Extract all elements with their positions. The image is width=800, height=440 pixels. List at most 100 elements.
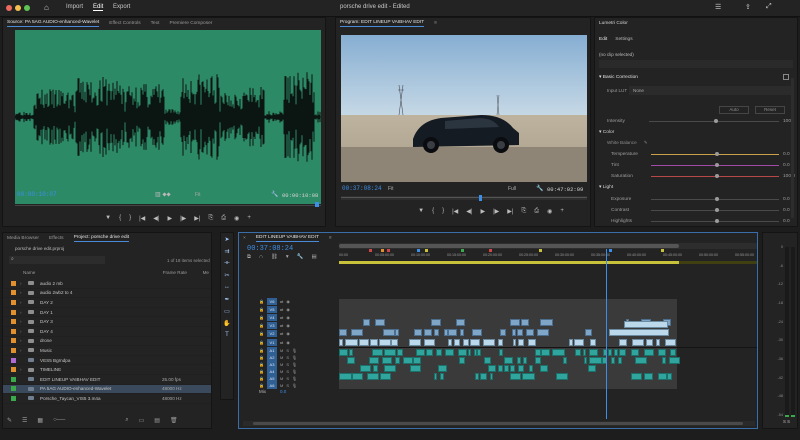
track-target[interactable]: V3 (266, 322, 277, 330)
column-name[interactable]: Name (23, 270, 163, 278)
play-button[interactable]: ▶ (167, 215, 172, 222)
track-target[interactable]: V6 (266, 297, 277, 305)
lock-icon[interactable]: 🔒 (259, 323, 264, 328)
step-back-button[interactable]: ◀| (153, 215, 159, 222)
label-color-chip[interactable] (11, 328, 16, 334)
tab-project[interactable]: Project: porsche drive edit (73, 235, 130, 242)
lock-icon[interactable]: 🔒 (259, 383, 264, 388)
mic-icon[interactable]: 🎙 (292, 362, 297, 367)
light-slider-value[interactable]: 0.0 (783, 197, 790, 202)
program-add-marker-button[interactable]: ▼ (418, 208, 424, 215)
timeline-clip[interactable] (646, 339, 653, 346)
timeline-clip[interactable] (669, 357, 680, 364)
mute-icon[interactable]: M (280, 362, 283, 367)
close-window-button[interactable] (6, 5, 12, 11)
timeline-clip[interactable] (394, 357, 401, 364)
project-item[interactable]: › Music (3, 346, 211, 356)
disclosure-triangle-icon[interactable]: › (20, 348, 28, 353)
timeline-clip[interactable] (658, 349, 666, 356)
timeline-clip[interactable] (368, 357, 379, 364)
auto-button[interactable]: Auto (719, 106, 749, 114)
timeline-clip[interactable] (372, 365, 379, 372)
label-color-chip[interactable] (11, 395, 16, 401)
zoom-slider-icon[interactable]: ○── (53, 417, 65, 427)
light-slider[interactable] (651, 219, 779, 223)
fullscreen-icon[interactable]: ⤢ (766, 3, 772, 11)
label-color-chip[interactable] (11, 376, 16, 382)
timeline-marker[interactable] (539, 249, 542, 252)
tab-premiere-composer[interactable]: Premiere Composer (169, 21, 212, 26)
timeline-clip[interactable] (541, 349, 551, 356)
linked-selection-icon[interactable]: ⛓ (271, 254, 278, 261)
timeline-clip[interactable] (437, 365, 447, 372)
timeline-clip[interactable] (473, 349, 477, 356)
timeline-clip[interactable] (630, 349, 639, 356)
step-forward-button[interactable]: |▶ (180, 215, 186, 222)
mute-icon[interactable]: M (280, 369, 283, 374)
timeline-clip[interactable] (479, 373, 487, 380)
timeline-clip[interactable] (582, 349, 587, 356)
timeline-clip[interactable] (394, 329, 399, 336)
selection-tool-icon[interactable]: ➤ (223, 236, 232, 245)
label-color-chip[interactable] (11, 280, 16, 286)
sync-lock-icon[interactable]: ⇄ (280, 340, 283, 345)
timeline-clip[interactable] (352, 373, 364, 380)
mute-icon[interactable]: M (280, 355, 283, 360)
lock-icon[interactable]: 🔒 (259, 355, 264, 360)
disclosure-triangle-icon[interactable]: › (20, 329, 28, 334)
program-mark-in-button[interactable]: { (432, 208, 434, 215)
source-playhead[interactable] (315, 202, 319, 207)
sequence-clips-area[interactable] (339, 299, 680, 389)
solo-icon[interactable]: S (286, 376, 289, 381)
program-quality-select[interactable]: Full (508, 186, 516, 192)
timeline-clip[interactable] (631, 373, 642, 380)
menu-edit[interactable]: Edit (93, 4, 104, 11)
program-mark-out-button[interactable]: } (442, 208, 444, 215)
mark-out-button[interactable]: } (129, 215, 131, 222)
timeline-clip[interactable] (665, 339, 676, 346)
timeline-clip[interactable] (510, 365, 516, 372)
source-scrubber[interactable] (15, 205, 321, 206)
timeline-clip[interactable] (347, 357, 356, 364)
lock-icon[interactable]: 🔒 (259, 348, 264, 353)
timeline-marker[interactable] (461, 249, 464, 252)
timeline-clip[interactable] (583, 357, 587, 364)
list-view-icon[interactable]: ☰ (22, 417, 27, 427)
timeline-clip[interactable] (643, 373, 653, 380)
timeline-clip[interactable] (371, 349, 384, 356)
timeline-clip[interactable] (440, 373, 445, 380)
sequence-menu-icon[interactable]: ≡ (329, 236, 332, 241)
sync-lock-icon[interactable]: ⇄ (280, 307, 283, 312)
timeline-clip[interactable] (433, 373, 437, 380)
program-add-button[interactable]: + (560, 208, 564, 215)
add-marker-icon[interactable]: ▾ (286, 254, 289, 261)
timeline-wrench-icon[interactable]: 🔧 (297, 254, 304, 261)
timeline-clip[interactable] (381, 357, 393, 364)
timeline-clip[interactable] (552, 349, 565, 356)
mix-value[interactable]: 0.0 (280, 389, 286, 394)
timeline-clip[interactable] (516, 329, 523, 336)
timeline-clip[interactable] (618, 349, 627, 356)
timeline-clip[interactable] (383, 365, 397, 372)
label-color-chip[interactable] (11, 338, 16, 344)
column-media[interactable]: Me (203, 270, 209, 278)
project-item[interactable]: EDIT LINEUP VAIBHAV EDIT 25.00 fps (3, 375, 211, 385)
track-target[interactable]: V5 (266, 305, 277, 313)
track-target[interactable]: V4 (266, 313, 277, 321)
project-item[interactable]: VES5 Bgrndpa (3, 356, 211, 366)
track-select-tool-icon[interactable]: ⇉ (223, 248, 232, 257)
timeline-clip[interactable] (348, 349, 354, 356)
timeline-clip[interactable] (516, 357, 521, 364)
timeline-clip[interactable] (456, 319, 465, 326)
timeline-clip[interactable] (469, 339, 481, 346)
timeline-clip[interactable] (339, 329, 347, 336)
track-target[interactable]: A6 (266, 382, 277, 389)
track-target[interactable]: A1 (266, 347, 277, 354)
timeline-clip[interactable] (588, 357, 602, 364)
mic-icon[interactable]: 🎙 (292, 369, 297, 374)
pen-tool-icon[interactable]: ✒ (223, 296, 232, 305)
timeline-clip[interactable] (643, 349, 654, 356)
eye-icon[interactable]: ◉ (286, 299, 290, 304)
eye-icon[interactable]: ◉ (286, 331, 290, 336)
color-slider-value[interactable]: 0.0 (783, 163, 790, 168)
